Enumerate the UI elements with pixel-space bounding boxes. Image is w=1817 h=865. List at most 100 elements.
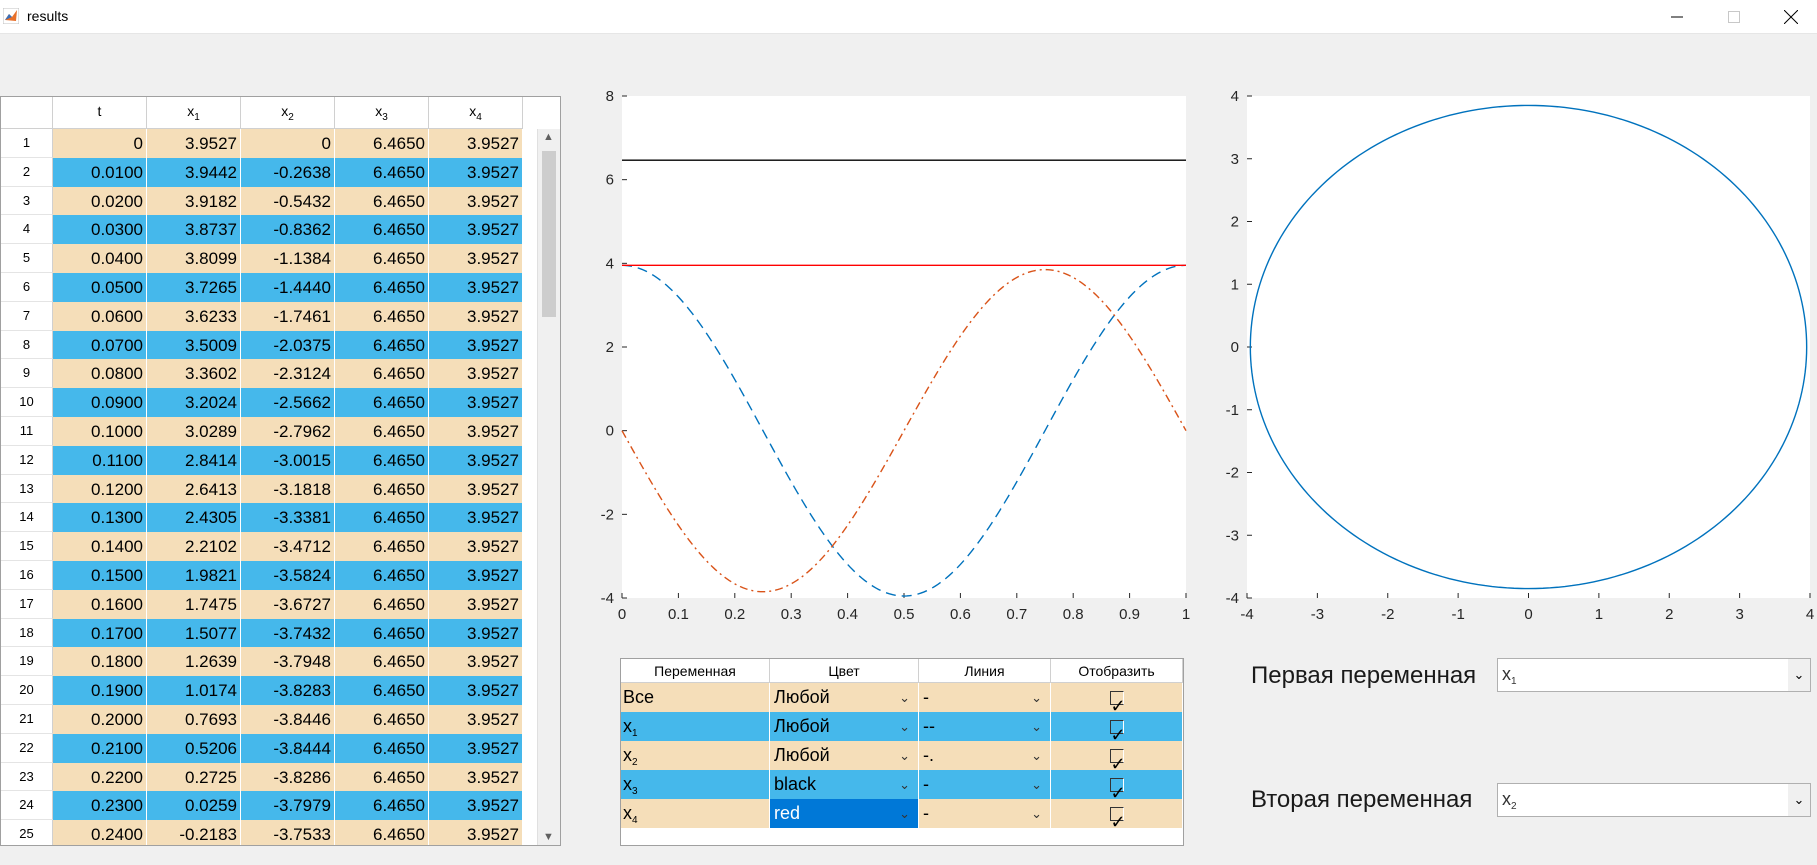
color-dropdown[interactable]: Любой ⌄ bbox=[770, 741, 919, 770]
column-header-x1[interactable]: x1 bbox=[147, 97, 241, 129]
table-cell-x1[interactable]: 1.9821 bbox=[147, 560, 241, 590]
table-cell-x2[interactable]: -3.7979 bbox=[241, 791, 335, 821]
column-header-x2[interactable]: x2 bbox=[241, 97, 335, 129]
table-cell-t[interactable]: 0.0300 bbox=[53, 215, 147, 245]
table-cell-x3[interactable]: 6.4650 bbox=[335, 762, 429, 792]
table-cell-x3[interactable]: 6.4650 bbox=[335, 215, 429, 245]
table-cell-x2[interactable]: -2.3124 bbox=[241, 359, 335, 389]
table-cell-x1[interactable]: 2.6413 bbox=[147, 474, 241, 504]
table-cell-x1[interactable]: 1.5077 bbox=[147, 618, 241, 648]
table-cell-x3[interactable]: 6.4650 bbox=[335, 560, 429, 590]
row-number[interactable]: 17 bbox=[1, 589, 53, 619]
table-cell-x1[interactable]: 2.2102 bbox=[147, 532, 241, 561]
line-style-dropdown[interactable]: -- ⌄ bbox=[919, 712, 1051, 741]
show-checkbox[interactable]: ✓ bbox=[1109, 719, 1126, 745]
table-cell-x4[interactable]: 3.9527 bbox=[429, 301, 523, 331]
table-cell-x1[interactable]: 3.0289 bbox=[147, 416, 241, 446]
row-number[interactable]: 22 bbox=[1, 733, 53, 763]
table-cell-x3[interactable]: 6.4650 bbox=[335, 129, 429, 158]
row-number[interactable]: 19 bbox=[1, 647, 53, 677]
row-number[interactable]: 7 bbox=[1, 301, 53, 331]
table-cell-x1[interactable]: 1.7475 bbox=[147, 589, 241, 619]
chevron-down-icon[interactable]: ⌄ bbox=[899, 799, 910, 828]
table-cell-x2[interactable]: -3.7948 bbox=[241, 647, 335, 677]
table-cell-x1[interactable]: 3.8099 bbox=[147, 244, 241, 273]
table-cell-t[interactable]: 0.1600 bbox=[53, 589, 147, 619]
table-cell-x4[interactable]: 3.9527 bbox=[429, 416, 523, 446]
row-number[interactable]: 11 bbox=[1, 416, 53, 446]
table-cell-x1[interactable]: 0.5206 bbox=[147, 733, 241, 763]
table-cell-x1[interactable]: 3.7265 bbox=[147, 272, 241, 302]
table-cell-x2[interactable]: -0.8362 bbox=[241, 215, 335, 245]
table-cell-t[interactable]: 0.0700 bbox=[53, 330, 147, 360]
show-checkbox[interactable]: ✓ bbox=[1109, 777, 1126, 803]
table-cell-x1[interactable]: 2.8414 bbox=[147, 445, 241, 475]
table-cell-x2[interactable]: -3.4712 bbox=[241, 532, 335, 561]
row-number[interactable]: 1 bbox=[1, 129, 53, 158]
table-cell-t[interactable]: 0.2400 bbox=[53, 820, 147, 845]
table-cell-x4[interactable]: 3.9527 bbox=[429, 388, 523, 417]
line-style-dropdown[interactable]: - ⌄ bbox=[919, 770, 1051, 799]
chevron-down-icon[interactable]: ⌄ bbox=[1031, 799, 1042, 828]
table-cell-t[interactable]: 0.1100 bbox=[53, 445, 147, 475]
chevron-down-icon[interactable]: ⌄ bbox=[1031, 770, 1042, 799]
table-cell-x4[interactable]: 3.9527 bbox=[429, 330, 523, 360]
table-cell-x1[interactable]: 3.3602 bbox=[147, 359, 241, 389]
chevron-down-icon[interactable]: ⌄ bbox=[899, 770, 910, 799]
table-cell-x4[interactable]: 3.9527 bbox=[429, 186, 523, 216]
column-header-x3[interactable]: x3 bbox=[335, 97, 429, 129]
table-cell-x1[interactable]: 0.2725 bbox=[147, 762, 241, 792]
table-cell-x2[interactable]: -3.8444 bbox=[241, 733, 335, 763]
table-cell-x4[interactable]: 3.9527 bbox=[429, 157, 523, 187]
table-cell-x3[interactable]: 6.4650 bbox=[335, 474, 429, 504]
table-cell-x2[interactable]: -0.5432 bbox=[241, 186, 335, 216]
table-cell-t[interactable]: 0.1400 bbox=[53, 532, 147, 561]
table-cell-x1[interactable]: 3.5009 bbox=[147, 330, 241, 360]
table-cell-x2[interactable]: 0 bbox=[241, 129, 335, 158]
table-cell-x4[interactable]: 3.9527 bbox=[429, 704, 523, 734]
table-cell-x3[interactable]: 6.4650 bbox=[335, 186, 429, 216]
show-checkbox[interactable]: ✓ bbox=[1109, 748, 1126, 774]
first-variable-select[interactable]: x1 ⌄ bbox=[1497, 658, 1811, 692]
line-style-dropdown[interactable]: -. ⌄ bbox=[919, 741, 1051, 770]
table-cell-t[interactable]: 0.0200 bbox=[53, 186, 147, 216]
table-cell-x4[interactable]: 3.9527 bbox=[429, 503, 523, 533]
table-cell-x1[interactable]: 3.9442 bbox=[147, 157, 241, 187]
table-cell-x3[interactable]: 6.4650 bbox=[335, 157, 429, 187]
table-cell-t[interactable]: 0.1300 bbox=[53, 503, 147, 533]
table-cell-x3[interactable]: 6.4650 bbox=[335, 618, 429, 648]
table-cell-x3[interactable]: 6.4650 bbox=[335, 272, 429, 302]
color-dropdown[interactable]: black ⌄ bbox=[770, 770, 919, 799]
table-cell-x2[interactable]: -3.5824 bbox=[241, 560, 335, 590]
line-style-dropdown[interactable]: - ⌄ bbox=[919, 799, 1051, 828]
table-cell-t[interactable]: 0.0500 bbox=[53, 272, 147, 302]
table-cell-x3[interactable]: 6.4650 bbox=[335, 301, 429, 331]
table-cell-x2[interactable]: -1.1384 bbox=[241, 244, 335, 273]
table-cell-x2[interactable]: -3.8286 bbox=[241, 762, 335, 792]
table-cell-x2[interactable]: -3.8446 bbox=[241, 704, 335, 734]
table-cell-x3[interactable]: 6.4650 bbox=[335, 676, 429, 705]
row-number[interactable]: 12 bbox=[1, 445, 53, 475]
maximize-button[interactable] bbox=[1705, 0, 1763, 33]
row-number[interactable]: 8 bbox=[1, 330, 53, 360]
time-series-plot[interactable]: 0 0.1 0.2 0.3 0.4 0.5 0.6 0.7 0.8 0.9 1 -4 -2 0 2 4 6 8 bbox=[590, 84, 1200, 624]
table-cell-x3[interactable]: 6.4650 bbox=[335, 330, 429, 360]
color-dropdown[interactable]: Любой ⌄ bbox=[770, 683, 919, 712]
show-checkbox[interactable]: ✓ bbox=[1109, 806, 1126, 832]
table-cell-x3[interactable]: 6.4650 bbox=[335, 647, 429, 677]
row-number[interactable]: 10 bbox=[1, 388, 53, 417]
table-cell-t[interactable]: 0.1000 bbox=[53, 416, 147, 446]
table-cell-x4[interactable]: 3.9527 bbox=[429, 244, 523, 273]
table-cell-x1[interactable]: 0.7693 bbox=[147, 704, 241, 734]
second-variable-select[interactable]: x2 ⌄ bbox=[1497, 783, 1811, 817]
table-cell-x3[interactable]: 6.4650 bbox=[335, 704, 429, 734]
row-number[interactable]: 24 bbox=[1, 791, 53, 821]
scroll-down-icon[interactable]: ▼ bbox=[543, 831, 554, 843]
table-cell-x4[interactable]: 3.9527 bbox=[429, 820, 523, 845]
table-cell-x2[interactable]: -3.6727 bbox=[241, 589, 335, 619]
table-cell-x1[interactable]: -0.2183 bbox=[147, 820, 241, 845]
table-cell-x4[interactable]: 3.9527 bbox=[429, 560, 523, 590]
table-cell-x1[interactable]: 3.6233 bbox=[147, 301, 241, 331]
column-header-x4[interactable]: x4 bbox=[429, 97, 523, 129]
table-cell-x2[interactable]: -0.2638 bbox=[241, 157, 335, 187]
